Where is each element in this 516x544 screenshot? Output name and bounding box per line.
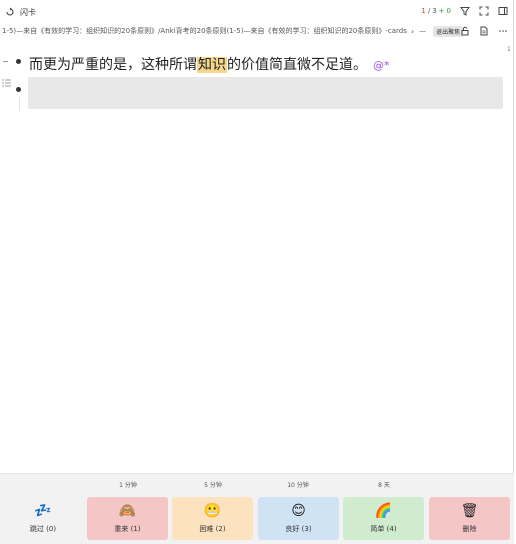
card-reference[interactable]: @* (373, 59, 390, 72)
card-question-block: 而更为严重的是，这种所谓知识的价值简直微不足道。 @* (0, 52, 514, 74)
counter-total: 3 (432, 7, 437, 15)
flashcard-icon (6, 7, 14, 16)
good-button[interactable]: 😊 良好 (3) (258, 497, 339, 540)
counter-separator: / (427, 7, 431, 15)
interval-again: 1 分钟 (119, 482, 137, 489)
breadcrumb-path[interactable]: 1-5)—来自《有效的学习：组织知识的20条原则》/Anki背考的20条原则(1… (2, 26, 407, 36)
grimace-icon: 😬 (203, 503, 222, 519)
rainbow-icon: 🌈 (374, 503, 393, 519)
fullscreen-icon[interactable] (479, 6, 489, 16)
review-panel: 1 分钟 5 分钟 10 分钟 8 天 💤 跳过 (0) 🙈 重来 (1) 😬 … (0, 473, 514, 544)
interval-easy: 8 天 (378, 482, 390, 489)
more-icon[interactable] (498, 26, 508, 36)
counter-current: 1 (421, 7, 426, 15)
smile-icon: 😊 (291, 503, 306, 519)
again-label: 重来 (1) (114, 525, 141, 533)
delete-button[interactable]: 🗑 删除 (429, 497, 510, 540)
list-icon[interactable] (2, 79, 11, 87)
breadcrumb-chevron-icon: › (410, 26, 415, 36)
cloze-highlight[interactable]: 知识 (197, 57, 227, 73)
title-bar: 闪卡 1 / 3 + 0 (0, 0, 514, 24)
trash-icon: 🗑 (460, 503, 479, 519)
answer-bullet[interactable] (16, 87, 21, 92)
collapse-toggle[interactable] (3, 61, 8, 62)
interval-hard: 5 分钟 (204, 482, 222, 489)
again-button[interactable]: 🙈 重来 (1) (87, 497, 168, 540)
hard-button[interactable]: 😬 困难 (2) (172, 497, 253, 540)
hard-label: 困难 (2) (199, 525, 226, 533)
skip-label: 跳过 (0) (29, 525, 57, 533)
card-counter: 1 / 3 + 0 (421, 7, 451, 15)
interval-good: 10 分钟 (287, 482, 309, 489)
easy-label: 简单 (4) (370, 525, 397, 533)
card-question-text[interactable]: 而更为严重的是，这种所谓知识的价值简直微不足道。 @* (29, 54, 390, 74)
question-text-after: 的价值简直微不足道。 (227, 57, 367, 73)
good-label: 良好 (3) (285, 525, 312, 533)
sleep-icon: 💤 (34, 503, 52, 519)
counter-new: 0 (446, 7, 451, 15)
unlock-icon[interactable] (460, 26, 470, 36)
breadcrumb: 1-5)—来自《有效的学习：组织知识的20条原则》/Anki背考的20条原则(1… (0, 25, 514, 37)
delete-label: 删除 (462, 525, 477, 533)
flashcard-window: 闪卡 1 / 3 + 0 1-5)—来自《有效的学习：组织知识的20条原则》/A… (0, 0, 514, 544)
easy-button[interactable]: 🌈 简单 (4) (343, 497, 424, 540)
filter-icon[interactable] (460, 6, 470, 16)
answer-guide-line (19, 97, 20, 111)
sidebar-toggle-icon[interactable] (498, 6, 508, 16)
answer-hidden-block[interactable] (28, 77, 503, 109)
document-icon[interactable] (479, 26, 489, 36)
exit-focus-button[interactable]: 退出聚焦 (433, 25, 464, 37)
counter-plus: + (438, 7, 445, 15)
window-title: 闪卡 (20, 7, 36, 17)
breadcrumb-separator: — (419, 27, 427, 35)
monkey-icon: 🙈 (118, 503, 137, 519)
block-bullet[interactable] (16, 59, 21, 64)
question-text-before: 而更为严重的是，这种所谓 (29, 57, 197, 73)
skip-button[interactable]: 💤 跳过 (0) (4, 497, 82, 540)
